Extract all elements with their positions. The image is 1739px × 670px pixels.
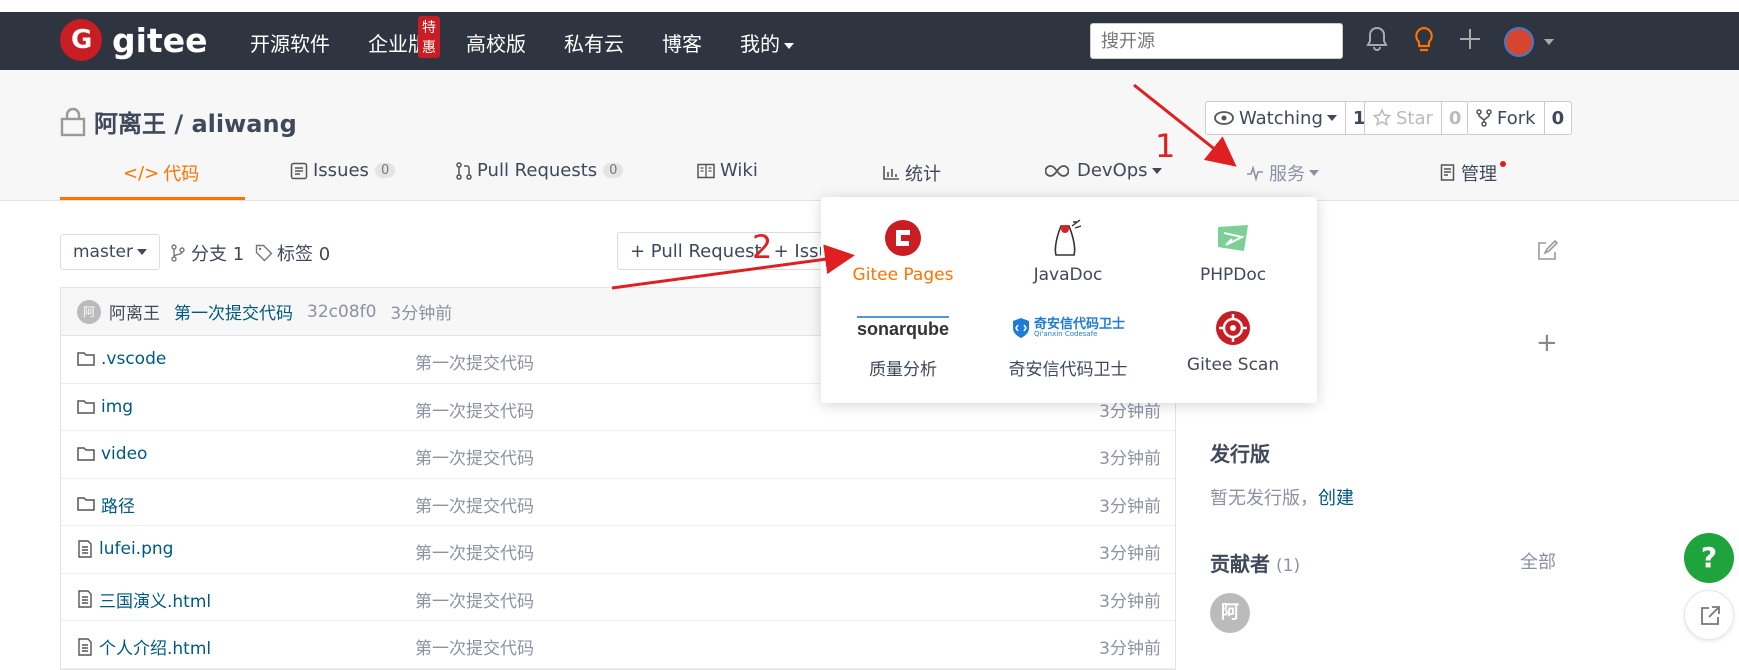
annotation-step-2: 2 [752, 228, 773, 266]
arrow-1 [1133, 83, 1237, 167]
annotation-arrows [611, 83, 1237, 290]
annotation-step-1: 1 [1155, 127, 1176, 165]
arrow-2 [611, 244, 855, 290]
